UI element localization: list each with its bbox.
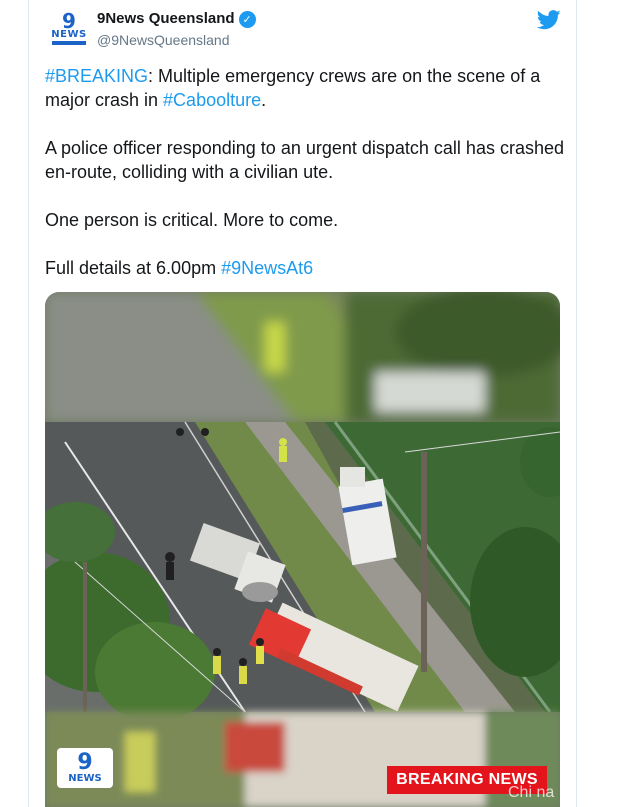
crash-scene-image xyxy=(45,292,560,807)
twitter-bird-icon[interactable] xyxy=(537,10,561,30)
avatar-logo-number: 9 xyxy=(62,8,76,33)
logo-word: NEWS xyxy=(68,772,102,784)
logo-number: 9 xyxy=(77,749,93,775)
9news-logo-icon: 9 NEWS xyxy=(57,748,113,788)
avatar-logo-stripe xyxy=(52,40,86,45)
tweet-paragraph: A police officer responding to an urgent… xyxy=(45,138,564,182)
tweet-media[interactable]: 9 NEWS BREAKING NEWS xyxy=(45,292,560,807)
9news-logo-icon[interactable]: 9 NEWS xyxy=(51,10,87,46)
tweet-header: 9 NEWS 9News Queensland ✓ @9NewsQueensla… xyxy=(51,10,561,50)
tweet-card[interactable]: 9 NEWS 9News Queensland ✓ @9NewsQueensla… xyxy=(28,0,577,807)
watermark: Chi na xyxy=(508,784,555,801)
tweet-text: #BREAKING: Multiple emergency crews are … xyxy=(45,64,565,304)
tweet-paragraph: Full details at 6.00pm #9NewsAt6 xyxy=(45,256,565,280)
avatar-logo-word: NEWS xyxy=(51,28,87,40)
tweet-paragraph: One person is critical. More to come. xyxy=(45,210,339,230)
handle[interactable]: @9NewsQueensland xyxy=(97,30,256,50)
tweet-text-segment: Full details at 6.00pm xyxy=(45,258,222,278)
tweet-paragraph: #BREAKING: Multiple emergency crews are … xyxy=(45,64,565,112)
tweet-text-segment: . xyxy=(261,90,267,110)
hashtag-link[interactable]: #BREAKING xyxy=(45,66,148,86)
hashtag-link[interactable]: #Caboolture xyxy=(163,90,261,110)
author-names: 9News Queensland ✓ @9NewsQueensland xyxy=(97,10,256,50)
display-name[interactable]: 9News Queensland xyxy=(97,10,235,28)
hashtag-link[interactable]: #9NewsAt6 xyxy=(221,258,313,278)
verified-badge-icon: ✓ xyxy=(238,10,256,28)
